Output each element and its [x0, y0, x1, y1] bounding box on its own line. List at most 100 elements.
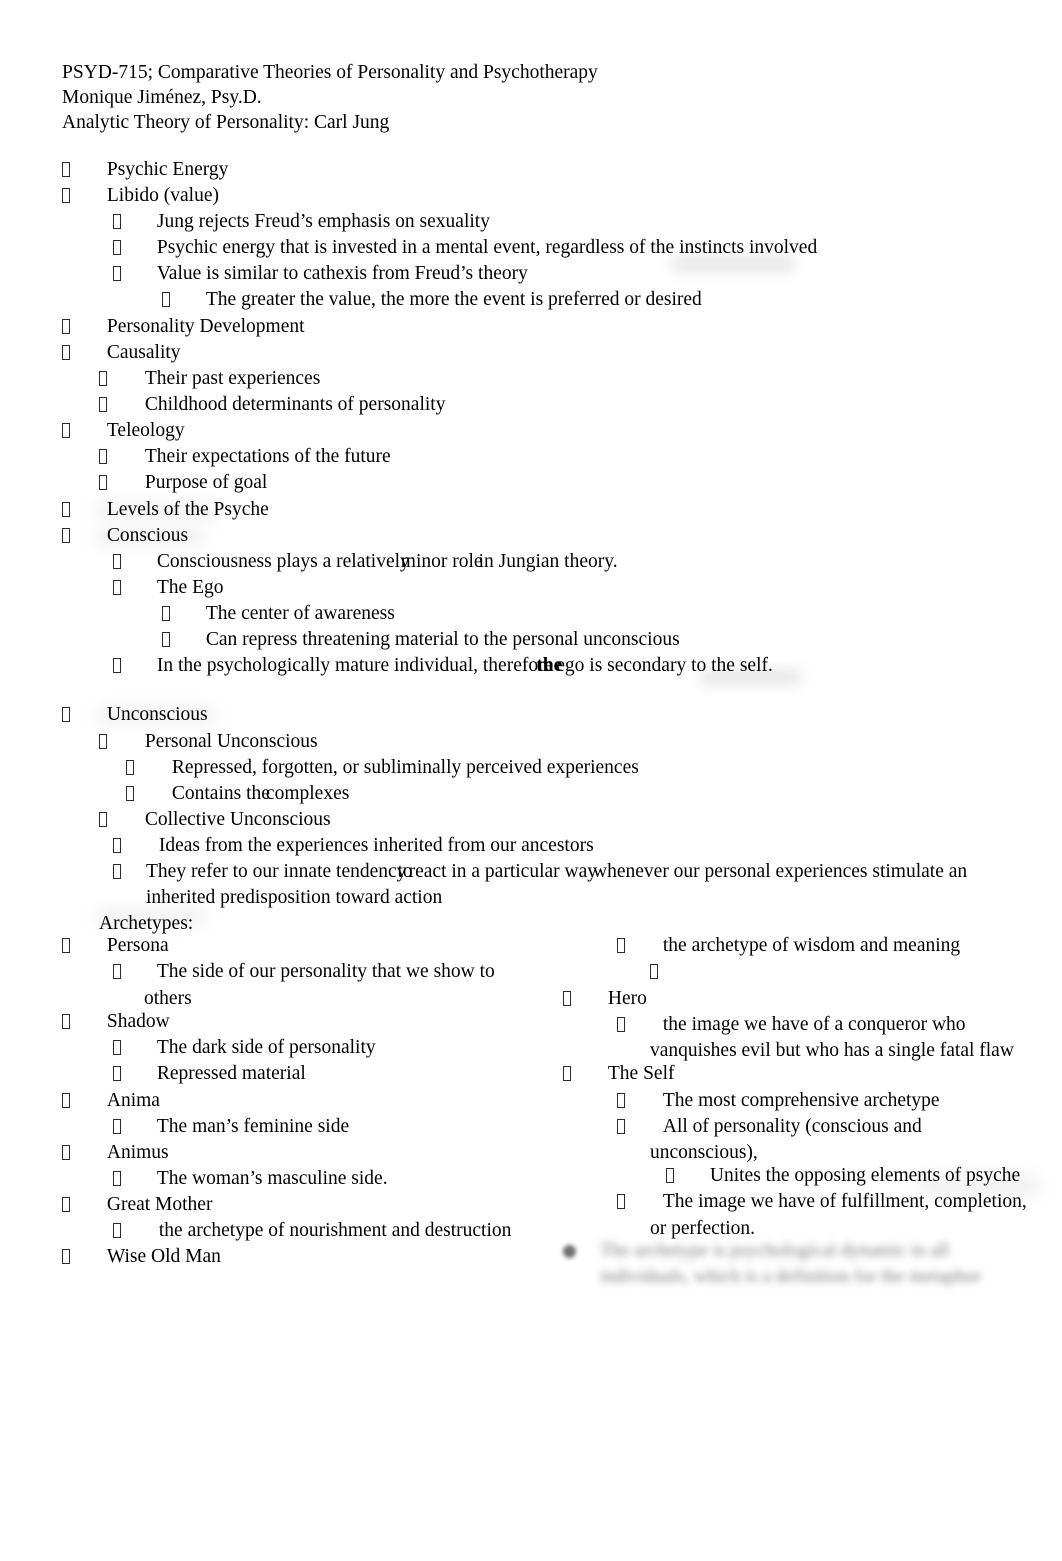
list-item-label: Levels of the Psyche — [106, 499, 269, 520]
bullet-icon — [62, 937, 70, 955]
list-item-label: Childhood determinants of personality — [144, 394, 446, 415]
list-item-label: Psychic Energy — [106, 159, 229, 180]
list-item-label: The man’s feminine side — [156, 1116, 350, 1137]
list-item: The Ego — [113, 575, 223, 601]
list-item-label: The image we have of fulfillment, comple… — [662, 1191, 1027, 1212]
list-item-label: Conscious — [106, 525, 189, 546]
bullet-icon — [113, 213, 121, 231]
list-item-label: Their past experiences — [144, 368, 321, 389]
list-item: The center of awareness — [162, 601, 395, 627]
list-item-label: Great Mother — [106, 1194, 213, 1215]
list-item-label-part: In the psychologically mature individual… — [156, 655, 554, 676]
bullet-icon — [563, 1065, 571, 1083]
list-item: Purpose of goal — [99, 470, 267, 496]
list-item-label: Their expectations of the future — [144, 446, 391, 467]
list-item-label-part: inherited predisposition toward action — [146, 887, 443, 908]
redacted-paragraph: The archetype is psychological dynamic i… — [600, 1238, 1020, 1290]
list-item: the archetype of wisdom and meaning — [617, 933, 960, 959]
list-item: Great Mother — [62, 1192, 212, 1218]
list-item: The greater the value, the more the even… — [162, 287, 702, 313]
bullet-icon — [113, 963, 121, 981]
list-item-label-part: complexes — [265, 783, 350, 804]
list-item: Teleology — [62, 418, 185, 444]
list-item-label: Unites the opposing elements of psyche — [709, 1165, 1021, 1186]
bullet-icon — [99, 448, 107, 466]
list-item: Shadow — [62, 1009, 170, 1035]
list-item-label: The dark side of personality — [156, 1037, 376, 1058]
list-item-label: Teleology — [106, 420, 185, 441]
bullet-icon — [62, 501, 70, 519]
list-item: Wise Old Man — [62, 1244, 221, 1270]
list-item-label: Can repress threatening material to the … — [205, 629, 680, 650]
bullet-icon — [99, 474, 107, 492]
list-item-label: Libido (value) — [106, 185, 219, 206]
list-item-label: Persona — [106, 935, 169, 956]
bullet-icon — [62, 422, 70, 440]
list-item-label: Value is similar to cathexis from Freud’… — [156, 263, 528, 284]
bullet-icon — [666, 1167, 674, 1185]
bullet-icon — [113, 239, 121, 257]
bullet-icon — [617, 1016, 625, 1034]
bullet-icon — [162, 605, 170, 623]
list-item-label: Repressed material — [156, 1063, 306, 1084]
bullet-icon — [113, 1222, 121, 1240]
list-item: The dark side of personality — [113, 1035, 376, 1061]
bullet-icon — [617, 937, 625, 955]
bullet-icon — [62, 318, 70, 336]
list-item-label: The center of awareness — [205, 603, 395, 624]
list-item: the image we have of a conqueror who — [617, 1012, 966, 1038]
bullet-icon — [113, 1065, 121, 1083]
lecture-title: Analytic Theory of Personality: Carl Jun… — [62, 112, 390, 133]
list-item: Ideas from the experiences inherited fro… — [113, 833, 594, 859]
bullet-icon — [113, 265, 121, 283]
list-item-label: The Self — [607, 1063, 675, 1084]
list-item-continuation: inherited predisposition toward action — [146, 885, 442, 911]
redacted-bullet-icon — [563, 1245, 576, 1258]
bullet-icon — [162, 291, 170, 309]
list-item-label-part: in Jungian theory. — [478, 551, 618, 572]
list-item-label-part: react in a particular way — [408, 861, 598, 882]
list-item: Levels of the Psyche — [62, 497, 269, 523]
bullet-icon — [650, 963, 658, 981]
list-item-label-part: ego is secondary to the self. — [556, 655, 773, 676]
list-item: The image we have of fulfillment, comple… — [617, 1189, 1027, 1215]
bullet-icon — [162, 631, 170, 649]
list-item: Consciousness plays a relativelyminor ro… — [113, 549, 618, 575]
list-item-label-part: minor role — [400, 551, 483, 572]
list-item-label: the archetype of wisdom and meaning — [662, 935, 961, 956]
bullet-icon — [62, 706, 70, 724]
list-item: Causality — [62, 340, 181, 366]
list-item-label: Hero — [607, 988, 647, 1009]
list-item-label: Anima — [106, 1090, 160, 1111]
bullet-icon — [126, 759, 134, 777]
list-item-label: Animus — [106, 1142, 169, 1163]
bullet-icon — [113, 1118, 121, 1136]
list-item: Persona — [62, 933, 169, 959]
bullet-icon — [113, 657, 121, 675]
list-item: Their expectations of the future — [99, 444, 391, 470]
bullet-icon — [617, 1193, 625, 1211]
list-item: All of personality (conscious and — [617, 1114, 922, 1140]
bullet-icon — [99, 733, 107, 751]
bullet-icon — [62, 1248, 70, 1266]
list-item-label: The woman’s masculine side. — [156, 1168, 388, 1189]
list-item-label: All of personality (conscious and — [662, 1116, 922, 1137]
list-item: Childhood determinants of personality — [99, 392, 445, 418]
list-item: Collective Unconscious — [99, 807, 331, 833]
bullet-icon — [62, 1092, 70, 1110]
bullet-icon — [617, 1092, 625, 1110]
list-item: The most comprehensive archetype — [617, 1088, 940, 1114]
bullet-icon — [99, 396, 107, 414]
list-item-label: Unconscious — [106, 704, 208, 725]
list-item: the archetype of nourishment and destruc… — [113, 1218, 511, 1244]
list-item: Jung rejects Freud’s emphasis on sexuali… — [113, 209, 490, 235]
list-item-label-part: Consciousness plays a relatively — [156, 551, 410, 572]
bullet-icon — [62, 1144, 70, 1162]
list-item: Conscious — [62, 523, 188, 549]
list-item: Personality Development — [62, 314, 305, 340]
bullet-icon — [62, 1196, 70, 1214]
list-item: Repressed, forgotten, or subliminally pe… — [126, 755, 639, 781]
bullet-icon — [99, 811, 107, 829]
list-item-label: Collective Unconscious — [144, 809, 331, 830]
bullet-icon — [62, 1013, 70, 1031]
